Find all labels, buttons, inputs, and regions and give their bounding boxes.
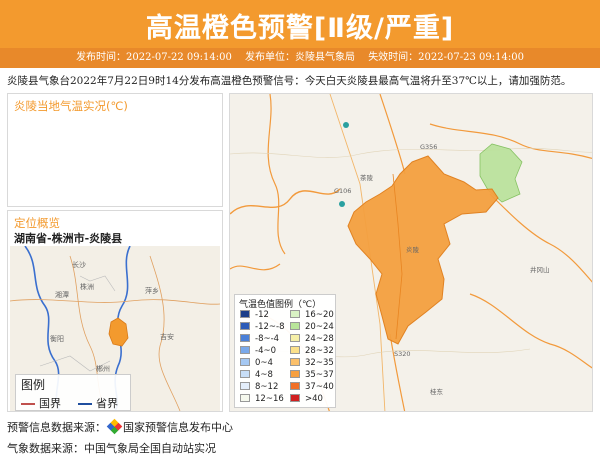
color-legend-item: 28~32 [290,346,334,357]
legend-item-province-border: 省界 [78,395,118,411]
color-legend-label: -8~-4 [255,334,280,344]
map-label: 株洲 [80,283,94,291]
map-label: 郴州 [96,365,110,373]
map-label: G106 [334,187,352,195]
publish-time: 发布时间：2022-07-22 09:14:00 [76,52,232,63]
province-border-line-icon [78,403,92,405]
color-legend-item: -12 [240,310,269,321]
color-legend-label: 35~37 [305,370,334,380]
map-label: 萍乡 [145,287,159,295]
national-border-line-icon [21,403,35,405]
location-path: 湖南省-株洲市-炎陵县 [14,232,123,245]
color-swatch-icon [290,322,300,330]
color-legend-label: 16~20 [305,310,334,320]
warning-source-name[interactable]: 国家预警信息发布中心 [123,421,233,434]
color-legend-label: -12 [255,310,269,320]
color-swatch-icon [240,382,250,390]
header-banner: 高温橙色预警[Ⅱ级/严重] 发布时间：2022-07-22 09:14:00 发… [0,0,600,68]
map-label: 炎陵 [406,246,419,254]
color-swatch-icon [240,370,250,378]
page-title: 高温橙色预警[Ⅱ级/严重] [145,13,455,44]
location-panel: 定位概览 湖南省-株洲市-炎陵县 长沙 株洲 湘潭 衡阳 郴州 吉安 萍乡 图例… [7,210,223,412]
color-legend-label: 24~28 [305,334,334,344]
color-swatch-icon [290,334,300,342]
location-panel-title: 定位概览 [14,216,60,230]
color-legend-item: 35~37 [290,370,334,381]
color-legend-item: -8~-4 [240,334,279,345]
color-legend-title: 气温色值图例（℃） [239,300,322,310]
color-swatch-icon [290,382,300,390]
weather-source: 气象数据来源：中国气象局全国自动站实况 [7,442,216,455]
color-swatch-icon [240,334,250,342]
color-legend-label: 4~8 [255,370,273,380]
color-swatch-icon [240,358,250,366]
map-legend-title: 图例 [21,378,46,392]
map-label: 湘潭 [55,291,69,299]
color-legend-label: 12~16 [255,394,284,404]
color-swatch-icon [240,310,250,318]
map-label: G356 [420,143,438,151]
overview-map[interactable]: 长沙 株洲 湘潭 衡阳 郴州 吉安 萍乡 图例 国界 省界 [10,246,220,411]
map-legend: 图例 国界 省界 [15,374,131,411]
header-meta: 发布时间：2022-07-22 09:14:00 发布单位：炎陵县气象局 失效时… [0,48,600,68]
color-swatch-icon [290,310,300,318]
warning-source: 预警信息数据来源： 国家预警信息发布中心 [7,418,233,435]
color-legend-label: 20~24 [305,322,334,332]
temperature-color-legend: 气温色值图例（℃） -12 -12~-8 -8~-4 -4~0 0~4 4~8 8~12 12… [234,294,336,408]
map-label: 衡阳 [50,335,64,343]
color-legend-item: -4~0 [240,346,276,357]
color-swatch-icon [240,346,250,354]
color-swatch-icon [290,370,300,378]
map-label: S320 [394,350,411,358]
color-swatch-icon [290,358,300,366]
color-legend-item: -12~-8 [240,322,284,333]
warning-source-label: 预警信息数据来源： [7,421,106,434]
color-legend-item: >40 [290,394,323,405]
map-label: 茶陵 [360,174,373,182]
color-swatch-icon [240,394,250,402]
map-label: 井冈山 [530,266,550,274]
warning-notice: 炎陵县气象台2022年7月22日9时14分发布高温橙色预警信号：今天白天炎陵县最… [7,75,572,87]
temperature-panel: 炎陵当地气温实况(℃) [7,93,223,207]
county-map[interactable]: G106 G356 S320 茶陵 炎陵 井冈山 桂东 气温色值图例（℃） -1… [229,93,593,412]
legend-item-national-border: 国界 [21,395,61,411]
color-legend-label: 0~4 [255,358,273,368]
map-label: 长沙 [72,261,86,269]
temperature-panel-title: 炎陵当地气温实况(℃) [14,99,128,113]
map-label: 桂东 [430,388,443,396]
color-legend-label: >40 [305,394,323,404]
color-legend-item: 16~20 [290,310,334,321]
color-swatch-icon [290,346,300,354]
color-legend-item: 8~12 [240,382,278,393]
color-legend-item: 32~35 [290,358,334,369]
publisher: 发布单位：炎陵县气象局 [245,52,355,63]
color-legend-item: 24~28 [290,334,334,345]
map-label: 吉安 [160,333,174,341]
color-legend-item: 4~8 [240,370,273,381]
color-legend-label: 28~32 [305,346,334,356]
color-legend-label: 37~40 [305,382,334,392]
color-legend-label: -4~0 [255,346,277,356]
color-legend-item: 37~40 [290,382,334,393]
color-legend-label: 8~12 [255,382,279,392]
color-legend-label: -12~-8 [255,322,285,332]
expire-time: 失效时间：2022-07-23 09:14:00 [368,52,524,63]
warning-center-logo-icon [106,418,123,435]
color-swatch-icon [290,394,300,402]
color-swatch-icon [240,322,250,330]
color-legend-item: 0~4 [240,358,273,369]
color-legend-item: 12~16 [240,394,284,405]
color-legend-label: 32~35 [305,358,334,368]
color-legend-item: 20~24 [290,322,334,333]
